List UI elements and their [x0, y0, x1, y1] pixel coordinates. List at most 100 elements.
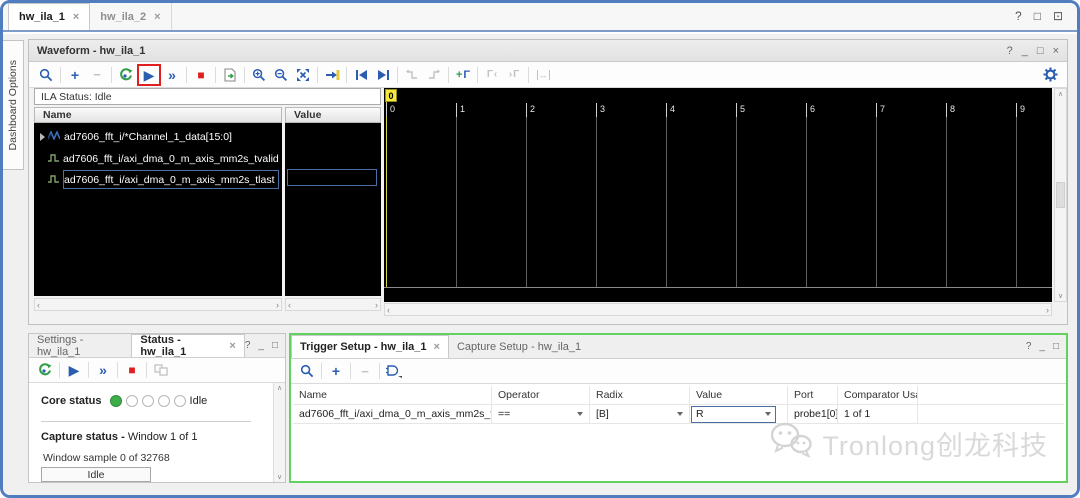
signal-row-tlast[interactable]: ad7606_fft_i/axi_dma_0_m_axis_mm2s_tlast — [34, 170, 279, 189]
scroll-left-icon[interactable]: ‹ — [387, 305, 390, 315]
zoom-in-icon[interactable] — [248, 65, 270, 85]
maximize-icon[interactable]: □ — [272, 340, 278, 351]
scroll-left-icon[interactable]: ‹ — [288, 300, 291, 310]
help-icon[interactable]: ? — [1026, 341, 1032, 352]
run-trigger-immediate-button[interactable]: » — [92, 360, 114, 380]
scroll-up-icon[interactable]: ∧ — [277, 384, 282, 392]
operator-dropdown[interactable]: == — [492, 405, 590, 423]
waveform-vscrollbar[interactable]: ∧ ∨ — [1054, 88, 1067, 302]
radix-dropdown[interactable]: [B] — [590, 405, 690, 423]
core-status-dot — [174, 395, 186, 407]
stop-trigger-button[interactable]: ■ — [121, 360, 143, 380]
dashboard-options-tab[interactable]: Dashboard Options — [3, 40, 24, 170]
float-icon[interactable]: ⊡ — [1053, 9, 1063, 23]
col-header-operator[interactable]: Operator — [492, 386, 590, 404]
help-icon[interactable]: ? — [1015, 9, 1022, 23]
name-column-header[interactable]: Name — [34, 107, 282, 123]
settings-gear-icon[interactable] — [1039, 65, 1061, 85]
trigger-marker-flag[interactable]: 0 — [385, 89, 397, 102]
expand-icon[interactable] — [40, 133, 45, 141]
value-pane-hscrollbar[interactable]: ‹ › — [285, 298, 381, 311]
maximize-icon[interactable]: □ — [1037, 45, 1044, 57]
tab-hw-ila-1[interactable]: hw_ila_1 × — [8, 3, 90, 30]
run-trigger-button[interactable]: ▶ — [137, 64, 161, 86]
trigger-condition-gate-icon[interactable] — [383, 361, 405, 381]
status-vscrollbar[interactable]: ∧ ∨ — [273, 383, 285, 482]
col-header-value[interactable]: Value — [690, 386, 788, 404]
ila-status-bar: ILA Status: Idle — [34, 88, 381, 105]
col-header-usage[interactable]: Comparator Usage — [838, 386, 918, 404]
tab-settings[interactable]: Settings - hw_ila_1 — [29, 334, 131, 357]
tab-label: Capture Setup - hw_ila_1 — [457, 341, 581, 353]
window-sample-text: Window sample 0 of 32768 — [43, 452, 170, 464]
scroll-down-icon[interactable]: ∨ — [277, 473, 282, 481]
ruler-label: 7 — [880, 104, 885, 114]
help-icon[interactable]: ? — [1007, 45, 1013, 57]
scroll-right-icon[interactable]: › — [1046, 305, 1049, 315]
scroll-down-icon[interactable]: ∨ — [1058, 292, 1063, 300]
close-icon[interactable]: × — [73, 11, 79, 23]
remove-probe-button: − — [354, 361, 376, 381]
scrollbar-thumb[interactable] — [1056, 182, 1065, 208]
search-icon[interactable] — [35, 65, 57, 85]
add-probes-button[interactable]: + — [64, 65, 86, 85]
waveform-canvas[interactable]: 0 0 1 2 3 4 5 6 7 8 9 — [384, 88, 1052, 302]
waveform-hscrollbar[interactable]: ‹ › — [384, 303, 1052, 316]
scroll-left-icon[interactable]: ‹ — [37, 300, 40, 310]
scroll-up-icon[interactable]: ∧ — [1058, 90, 1063, 98]
trigger-panel-controls: ? _ □ — [1026, 335, 1066, 358]
core-status-label: Core status — [41, 395, 102, 407]
add-probe-button[interactable]: + — [325, 361, 347, 381]
tab-status[interactable]: Status - hw_ila_1 × — [131, 334, 244, 357]
core-status-dot-active — [110, 395, 122, 407]
maximize-icon[interactable]: □ — [1053, 341, 1059, 352]
run-trigger-immediate-button[interactable]: » — [161, 65, 183, 85]
add-marker-icon[interactable]: +Γ — [452, 65, 474, 85]
signal-row-channel1-data[interactable]: ad7606_fft_i/*Channel_1_data[15:0] — [34, 127, 232, 146]
close-icon[interactable]: × — [229, 340, 235, 352]
col-header-radix[interactable]: Radix — [590, 386, 690, 404]
chevron-down-icon — [677, 412, 683, 416]
signal-value-pane — [285, 123, 381, 296]
help-icon[interactable]: ? — [245, 340, 251, 351]
maximize-icon[interactable]: □ — [1034, 9, 1041, 23]
col-header-port[interactable]: Port — [788, 386, 838, 404]
close-icon[interactable]: × — [434, 341, 440, 353]
close-icon[interactable]: × — [1053, 45, 1059, 57]
selected-signal-box: ad7606_fft_i/axi_dma_0_m_axis_mm2s_tlast — [63, 170, 279, 189]
grid-bottom-line — [384, 287, 1052, 288]
status-panel: Settings - hw_ila_1 Status - hw_ila_1 × … — [28, 333, 286, 483]
rerun-trigger-icon[interactable] — [115, 65, 137, 85]
chevron-down-icon — [577, 412, 583, 416]
search-icon[interactable] — [296, 361, 318, 381]
goto-end-icon[interactable] — [372, 65, 394, 85]
zoom-out-icon[interactable] — [270, 65, 292, 85]
tab-hw-ila-2[interactable]: hw_ila_2 × — [90, 3, 171, 30]
close-icon[interactable]: × — [154, 11, 160, 23]
goto-trigger-icon[interactable] — [321, 65, 343, 85]
name-pane-hscrollbar[interactable]: ‹ › — [34, 298, 282, 311]
selected-value-cell[interactable] — [287, 169, 377, 186]
waveform-panel-controls: ? _ □ × — [1007, 45, 1059, 57]
ruler-label: 0 — [390, 104, 395, 114]
signal-name: ad7606_fft_i/axi_dma_0_m_axis_mm2s_tvali… — [63, 153, 279, 165]
signal-row-tvalid[interactable]: ad7606_fft_i/axi_dma_0_m_axis_mm2s_tvali… — [34, 149, 279, 168]
scroll-right-icon[interactable]: › — [375, 300, 378, 310]
run-trigger-button[interactable]: ▶ — [63, 360, 85, 380]
goto-start-icon[interactable] — [350, 65, 372, 85]
export-data-icon[interactable] — [219, 65, 241, 85]
minimize-icon[interactable]: _ — [1039, 341, 1045, 352]
tab-capture-setup[interactable]: Capture Setup - hw_ila_1 — [449, 335, 589, 358]
rerun-trigger-icon[interactable] — [34, 360, 56, 380]
stop-trigger-button[interactable]: ■ — [190, 65, 212, 85]
scroll-right-icon[interactable]: › — [276, 300, 279, 310]
minimize-icon[interactable]: _ — [1022, 45, 1028, 57]
ruler-label: 5 — [740, 104, 745, 114]
col-header-name[interactable]: Name — [293, 386, 492, 404]
value-column-header[interactable]: Value — [285, 107, 381, 123]
status-panel-body: Core status Idle Capture status - Window… — [29, 383, 285, 482]
minimize-icon[interactable]: _ — [258, 340, 264, 351]
ruler-label: 3 — [600, 104, 605, 114]
zoom-fit-icon[interactable] — [292, 65, 314, 85]
tab-trigger-setup[interactable]: Trigger Setup - hw_ila_1 × — [291, 335, 449, 358]
